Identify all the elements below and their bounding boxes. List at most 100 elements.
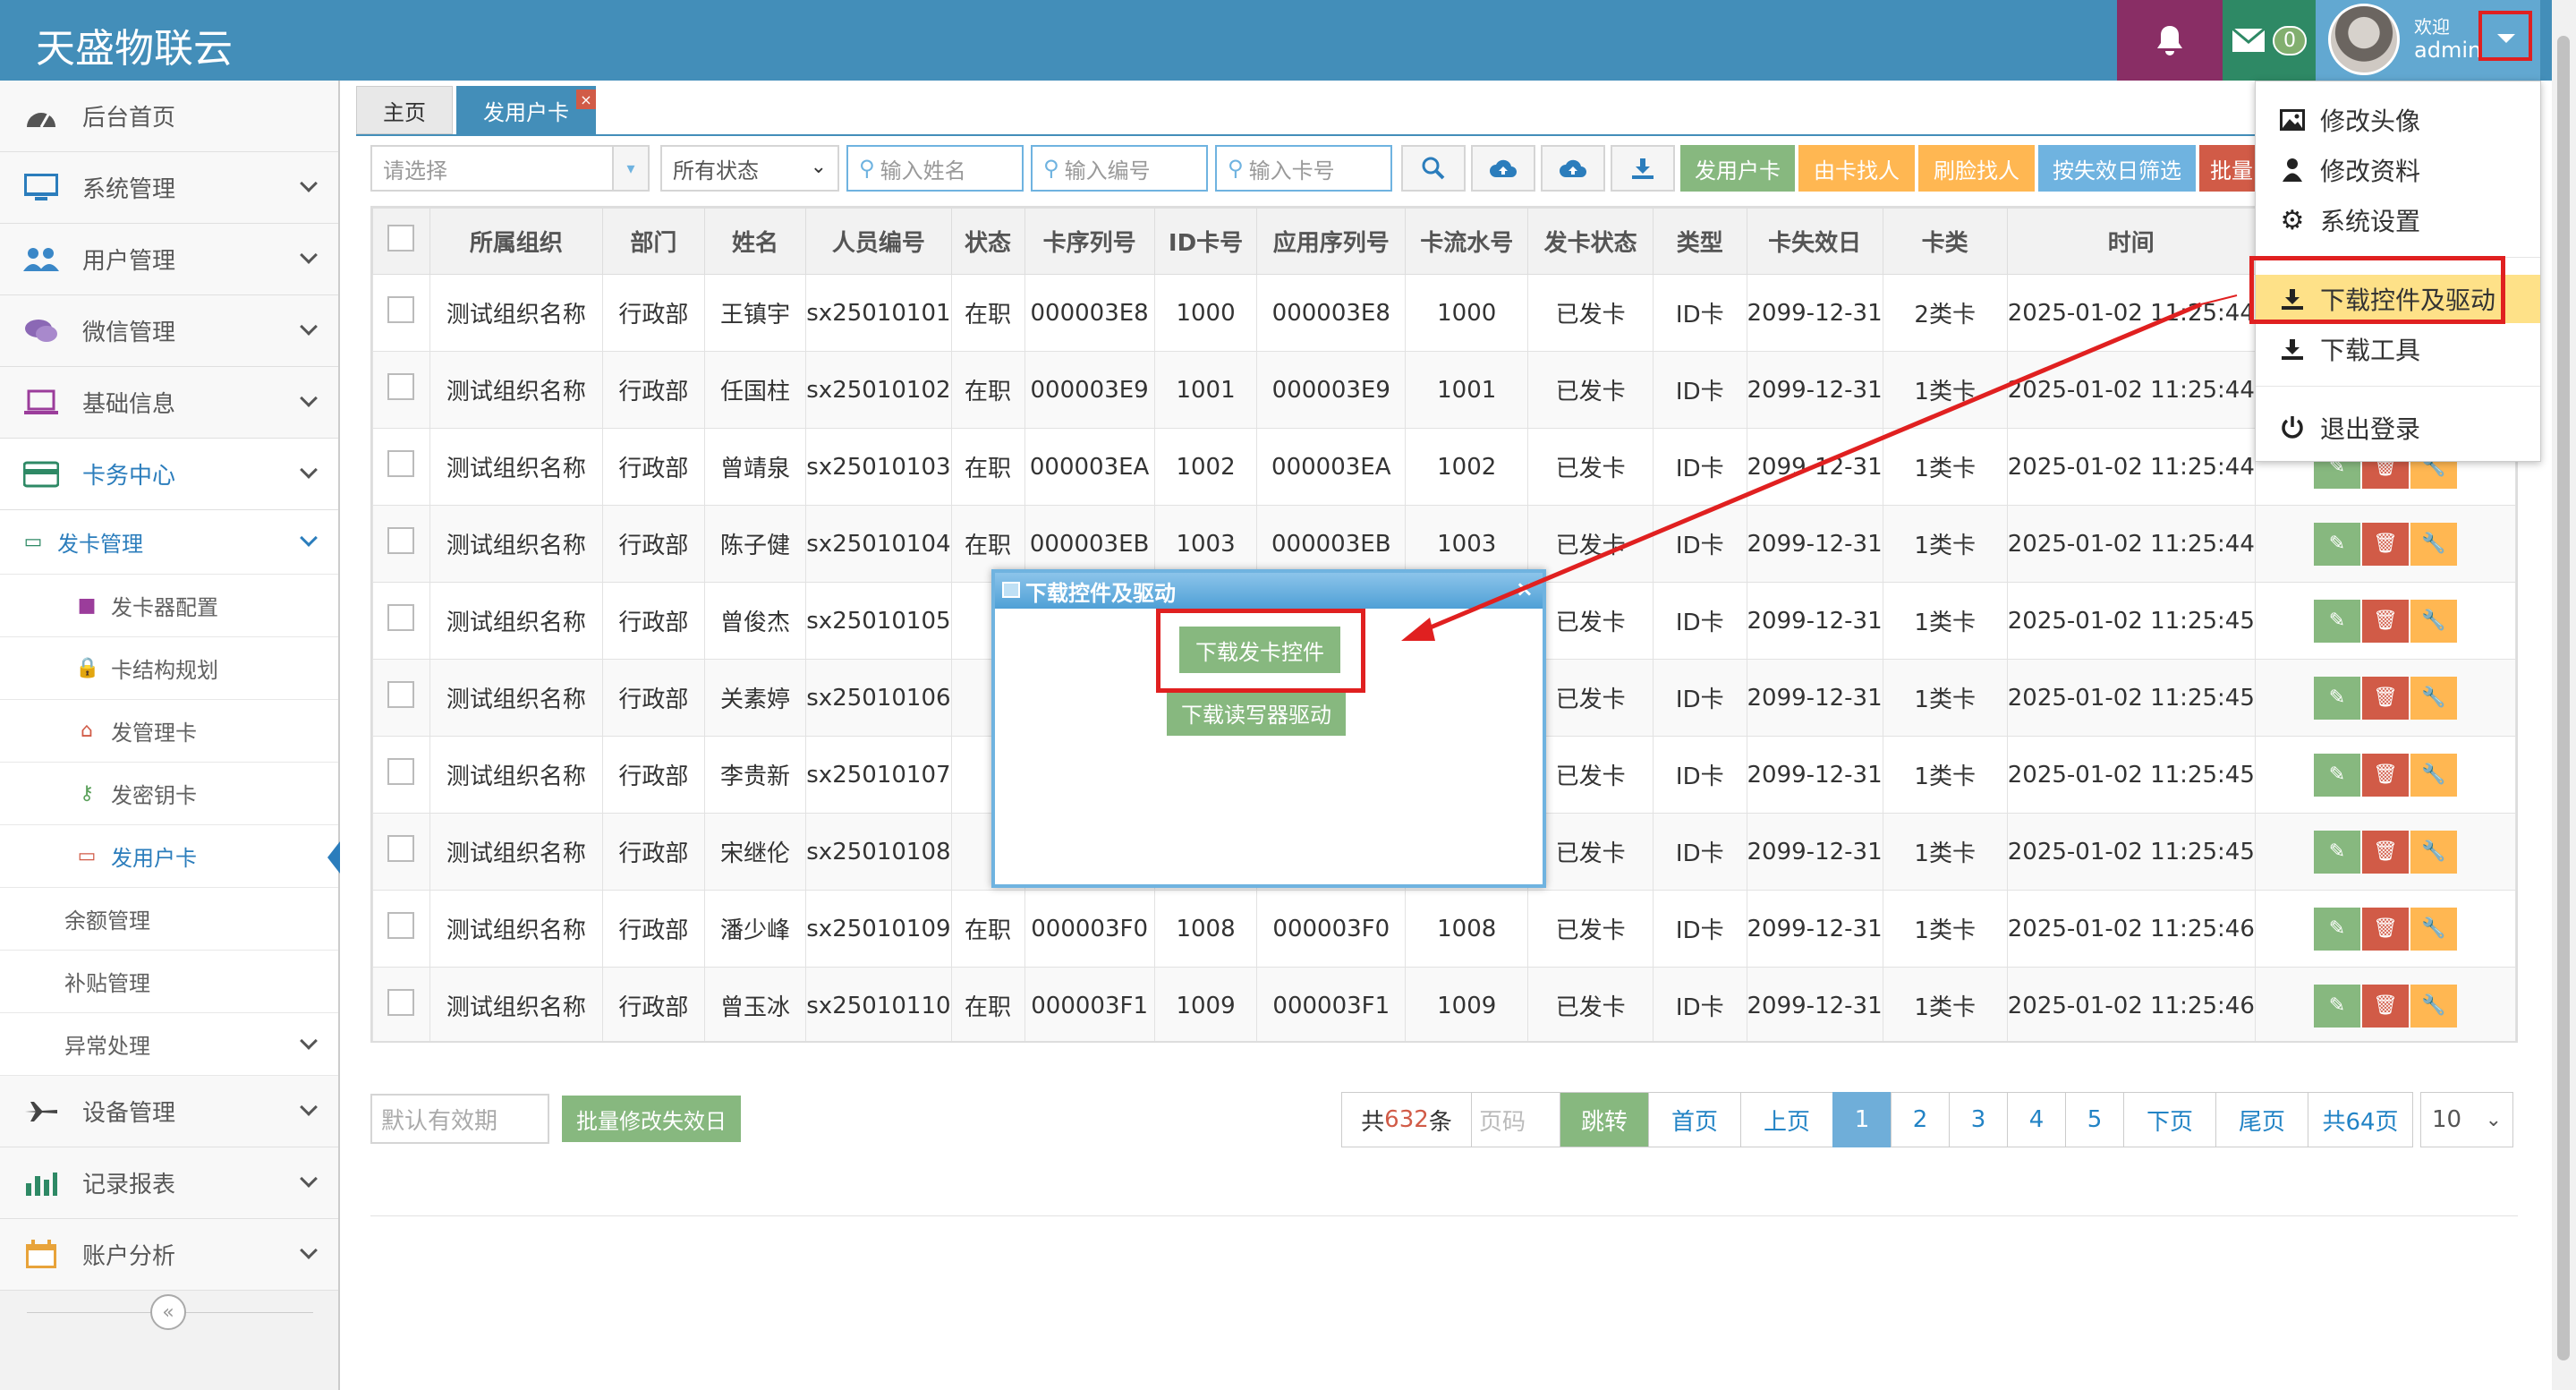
table-row[interactable]: 测试组织名称 行政部 曾玉冰 sx25010110 在职 000003F1 1009 0000… <box>372 967 2516 1041</box>
last-page-button[interactable]: 尾页 <box>2215 1092 2308 1147</box>
wrench-button[interactable]: 🔧 <box>2410 907 2457 951</box>
edit-button[interactable]: ✎ <box>2313 522 2360 566</box>
messages-button[interactable]: 0 <box>2223 0 2316 81</box>
edit-button[interactable]: ✎ <box>2313 907 2360 951</box>
menu-item-download-tools[interactable]: 下载工具 <box>2256 325 2540 373</box>
user-menu-area[interactable]: 欢迎 admin <box>2316 0 2540 81</box>
sidebar-item-exception[interactable]: 异常处理 <box>0 1013 338 1076</box>
page-scrollbar[interactable] <box>2552 0 2576 1390</box>
next-page-button[interactable]: 下页 <box>2123 1092 2216 1147</box>
row-checkbox[interactable] <box>387 373 415 400</box>
row-checkbox[interactable] <box>387 989 415 1016</box>
sidebar-item-card-structure[interactable]: 🔒 卡结构规划 <box>0 637 338 700</box>
download-reader-driver-button[interactable]: 下载读写器驱动 <box>1167 689 1346 736</box>
row-checkbox[interactable] <box>387 758 415 785</box>
status-select[interactable]: 所有状态 ⌄ <box>660 145 839 192</box>
sidebar-item-account-analysis[interactable]: 账户分析 <box>0 1219 338 1291</box>
sidebar-collapse-button[interactable]: « <box>150 1294 186 1330</box>
row-select-cell[interactable] <box>372 428 430 506</box>
table-row[interactable]: 测试组织名称 行政部 曾靖泉 sx25010103 在职 000003EA 1002 0000… <box>372 428 2516 506</box>
batch-button[interactable]: 批量 <box>2199 145 2255 192</box>
name-search-input[interactable]: ⚲ 输入姓名 <box>846 145 1024 192</box>
row-select-cell[interactable] <box>372 351 430 429</box>
default-expiry-input[interactable]: 默认有效期 <box>370 1094 549 1144</box>
delete-button[interactable]: 🗑 <box>2361 522 2409 566</box>
issue-user-card-button[interactable]: 发用户卡 <box>1680 145 1795 192</box>
sidebar-item-issue-user-card[interactable]: ▭ 发用户卡 <box>0 825 340 888</box>
edit-button[interactable]: ✎ <box>2313 753 2360 797</box>
row-checkbox[interactable] <box>387 527 415 554</box>
find-by-card-button[interactable]: 由卡找人 <box>1798 145 1915 192</box>
cloud-upload-button[interactable] <box>1471 145 1535 192</box>
face-find-button[interactable]: 刷脸找人 <box>1918 145 2035 192</box>
page-1-button[interactable]: 1 <box>1832 1092 1892 1147</box>
delete-button[interactable]: 🗑 <box>2361 676 2409 720</box>
sidebar-item-users[interactable]: 用户管理 <box>0 224 338 295</box>
first-page-button[interactable]: 首页 <box>1648 1092 1741 1147</box>
dialog-close-icon[interactable]: × <box>1516 576 1534 601</box>
sidebar-item-reports[interactable]: 记录报表 <box>0 1147 338 1219</box>
table-row[interactable]: 测试组织名称 行政部 王镇宇 sx25010101 在职 000003E8 1000 0000… <box>372 274 2516 352</box>
select-all-header[interactable] <box>372 208 430 275</box>
edit-button[interactable]: ✎ <box>2313 676 2360 720</box>
dialog-title-bar[interactable]: 下载控件及驱动 × <box>995 573 1543 609</box>
sidebar-item-wechat[interactable]: 微信管理 <box>0 295 338 367</box>
table-row[interactable]: 测试组织名称 行政部 任国柱 sx25010102 在职 000003E9 1001 0000… <box>372 351 2516 429</box>
row-select-cell[interactable] <box>372 505 430 583</box>
wrench-button[interactable]: 🔧 <box>2410 676 2457 720</box>
menu-item-change-avatar[interactable]: 修改头像 <box>2256 96 2540 144</box>
sidebar-item-dashboard[interactable]: 后台首页 <box>0 81 338 152</box>
card-search-input[interactable]: ⚲ 输入卡号 <box>1215 145 1392 192</box>
tab-home[interactable]: 主页 <box>356 86 453 134</box>
sidebar-item-card-center[interactable]: 卡务中心 <box>0 439 338 510</box>
sidebar-item-system[interactable]: 系统管理 <box>0 152 338 224</box>
sidebar-item-basic-info[interactable]: 基础信息 <box>0 367 338 439</box>
page-number-input[interactable]: 页码 <box>1471 1092 1560 1147</box>
menu-item-logout[interactable]: 退出登录 <box>2256 404 2540 452</box>
sidebar-item-issue-key-card[interactable]: ⚷ 发密钥卡 <box>0 763 338 825</box>
brand-logo[interactable]: 天盛物联云 <box>36 16 233 73</box>
wrench-button[interactable]: 🔧 <box>2410 984 2457 1028</box>
delete-button[interactable]: 🗑 <box>2361 753 2409 797</box>
row-select-cell[interactable] <box>372 659 430 737</box>
row-checkbox[interactable] <box>387 681 415 708</box>
jump-button[interactable]: 跳转 <box>1560 1092 1649 1147</box>
edit-button[interactable]: ✎ <box>2313 599 2360 643</box>
cloud-import-button[interactable] <box>1541 145 1605 192</box>
row-select-cell[interactable] <box>372 582 430 660</box>
page-5-button[interactable]: 5 <box>2065 1092 2124 1147</box>
row-select-cell[interactable] <box>372 274 430 352</box>
search-button[interactable] <box>1401 145 1466 192</box>
edit-button[interactable]: ✎ <box>2313 830 2360 874</box>
wrench-button[interactable]: 🔧 <box>2410 830 2457 874</box>
menu-item-settings[interactable]: ⚙ 系统设置 <box>2256 196 2540 244</box>
delete-button[interactable]: 🗑 <box>2361 907 2409 951</box>
sidebar-item-devices[interactable]: 设备管理 <box>0 1076 338 1147</box>
scrollbar-thumb[interactable] <box>2557 36 2570 1360</box>
menu-item-edit-profile[interactable]: 修改资料 <box>2256 146 2540 194</box>
row-checkbox[interactable] <box>387 912 415 939</box>
sidebar-item-issue-mgmt[interactable]: ▭ 发卡管理 <box>0 510 338 575</box>
row-select-cell[interactable] <box>372 736 430 814</box>
page-size-select[interactable]: 10 ⌄ <box>2420 1092 2513 1147</box>
row-select-cell[interactable] <box>372 890 430 968</box>
number-search-input[interactable]: ⚲ 输入编号 <box>1031 145 1208 192</box>
notifications-button[interactable] <box>2117 0 2223 81</box>
org-select[interactable]: 请选择 ▾ <box>370 145 650 192</box>
user-dropdown-toggle[interactable] <box>2478 11 2532 61</box>
wrench-button[interactable]: 🔧 <box>2410 599 2457 643</box>
prev-page-button[interactable]: 上页 <box>1740 1092 1833 1147</box>
tab-close-icon[interactable]: × <box>576 90 596 109</box>
tab-issue-user-card[interactable]: 发用户卡 <box>456 86 596 134</box>
filter-by-expiry-button[interactable]: 按失效日筛选 <box>2038 145 2196 192</box>
page-2-button[interactable]: 2 <box>1891 1092 1950 1147</box>
row-select-cell[interactable] <box>372 967 430 1041</box>
select-all-checkbox[interactable] <box>387 225 415 252</box>
delete-button[interactable]: 🗑 <box>2361 830 2409 874</box>
delete-button[interactable]: 🗑 <box>2361 599 2409 643</box>
table-row[interactable]: 测试组织名称 行政部 潘少峰 sx25010109 在职 000003F0 1008 0000… <box>372 890 2516 968</box>
download-button[interactable] <box>1611 145 1675 192</box>
row-checkbox[interactable] <box>387 604 415 631</box>
avatar[interactable] <box>2328 4 2400 75</box>
row-checkbox[interactable] <box>387 450 415 477</box>
